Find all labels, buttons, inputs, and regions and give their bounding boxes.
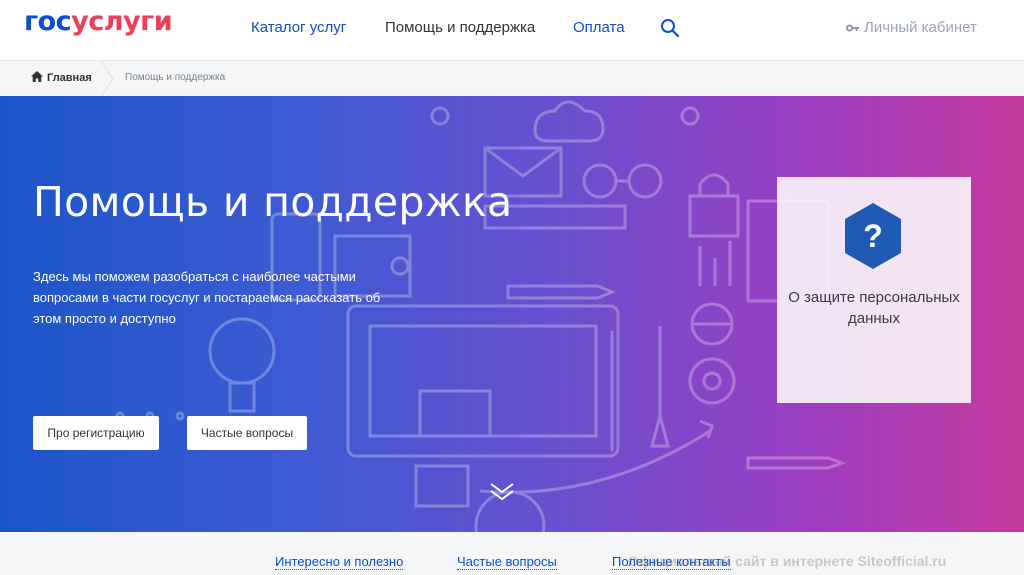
hero-description: Здесь мы поможем разобраться с наиболее … [33, 269, 381, 326]
breadcrumb-separator [100, 61, 114, 97]
nav-payment[interactable]: Оплата [573, 19, 625, 36]
tab-interesting[interactable]: Интересно и полезно [275, 554, 404, 570]
nav-catalog[interactable]: Каталог услуг [251, 19, 346, 36]
svg-text:?: ? [863, 218, 883, 254]
registration-button[interactable]: Про регистрацию [33, 416, 159, 450]
hero-title: Помощь и поддержка [33, 178, 513, 226]
gosuslugi-logo[interactable]: госуслуги [24, 6, 173, 37]
search-icon[interactable] [660, 18, 680, 38]
cabinet-label: Личный кабинет [864, 19, 977, 36]
breadcrumb: Главная Помощь и поддержка [0, 60, 1024, 97]
privacy-card-label: О защите персональных данных [788, 289, 960, 327]
watermark: Официальный сайт в интернете Siteofficia… [628, 553, 947, 569]
personal-cabinet-link[interactable]: Личный кабинет [846, 19, 977, 36]
tab-faq[interactable]: Частые вопросы [457, 554, 557, 570]
logo-part-uslugi: услуги [71, 6, 173, 37]
key-icon [846, 24, 859, 32]
privacy-card[interactable]: ? О защите персональных данных [777, 177, 971, 403]
home-icon [31, 71, 43, 82]
scroll-down-chevron-icon[interactable] [489, 480, 515, 502]
breadcrumb-current: Помощь и поддержка [125, 72, 226, 83]
breadcrumb-home-label: Главная [47, 72, 92, 84]
nav-help[interactable]: Помощь и поддержка [385, 19, 535, 36]
site-header: госуслуги Каталог услуг Помощь и поддерж… [0, 0, 1024, 60]
hero-banner: Помощь и поддержка Здесь мы поможем разо… [0, 96, 1024, 532]
breadcrumb-home[interactable]: Главная [31, 71, 92, 84]
faq-button[interactable]: Частые вопросы [187, 416, 307, 450]
question-icon: ? [845, 203, 901, 269]
logo-part-gos: гос [24, 6, 72, 37]
